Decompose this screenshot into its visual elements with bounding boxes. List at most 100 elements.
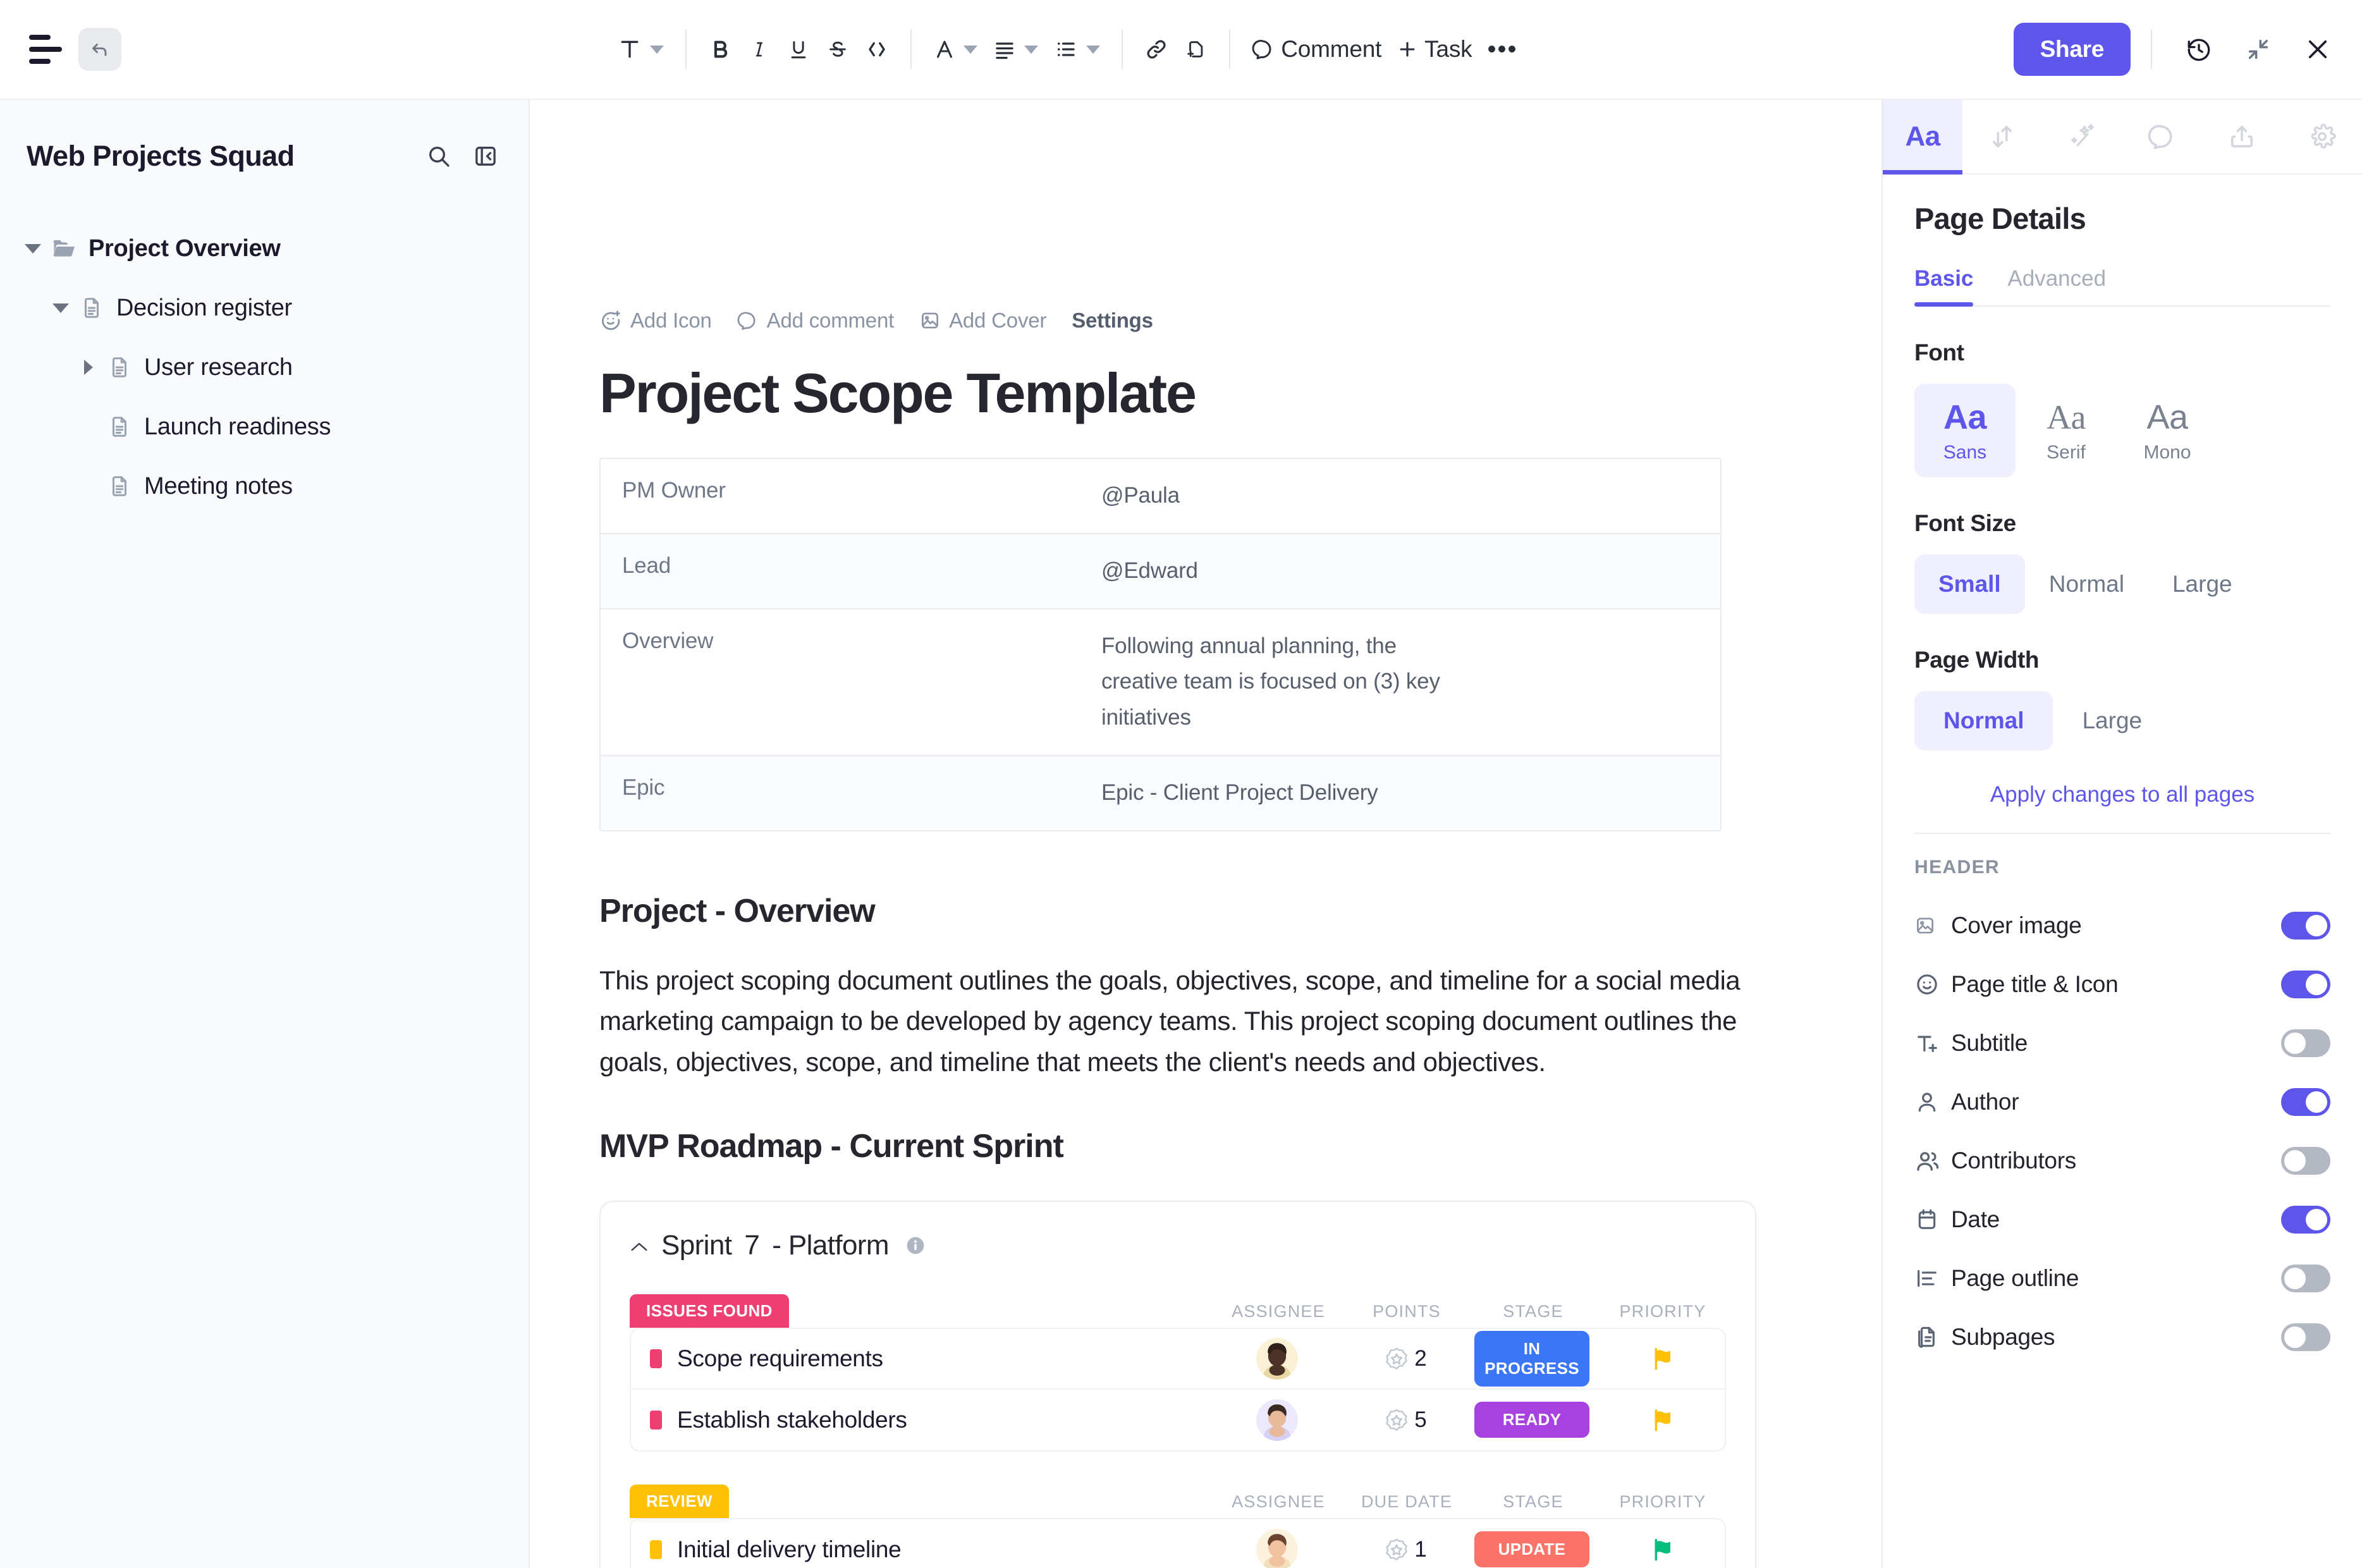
stage-cell[interactable]: UPDATE [1466,1531,1598,1567]
toggle-switch[interactable] [2281,1323,2330,1351]
points-cell[interactable]: 1 [1345,1537,1466,1562]
toggle-row-page-outline[interactable]: Page outline [1914,1249,2330,1308]
status-badge[interactable]: UPDATE [1474,1531,1589,1567]
font-option-sans[interactable]: Aa Sans [1914,384,2016,477]
add-task-button[interactable]: Task [1389,25,1479,73]
property-value[interactable]: Epic - Client Project Delivery [1080,756,1720,830]
sidebar-item-user-research[interactable]: User research [0,338,529,397]
doc-action-add-cover[interactable]: Add Cover [919,309,1046,333]
sidebar-item-launch-readiness[interactable]: Launch readiness [0,397,529,456]
task-group-badge[interactable]: ISSUES FOUND [630,1294,789,1328]
chevron-down-icon[interactable] [964,46,977,54]
doc-action-add-comment[interactable]: Add comment [737,309,894,333]
toggle-row-subtitle[interactable]: Subtitle [1914,1014,2330,1072]
priority-cell[interactable] [1598,1536,1725,1563]
font-size-normal[interactable]: Normal [2025,554,2148,614]
stage-cell[interactable]: READY [1466,1402,1598,1438]
table-row[interactable]: Scope requirements 2 IN PROGRESS [631,1329,1725,1390]
toggle-row-subpages[interactable]: Subpages [1914,1308,2330,1366]
text-align-icon[interactable] [985,25,1046,73]
doc-action-add-icon[interactable]: Add Icon [599,309,712,333]
toggle-switch[interactable] [2281,1206,2330,1234]
hamburger-icon[interactable] [29,35,62,64]
assignee-cell[interactable] [1209,1399,1345,1441]
task-group-badge[interactable]: REVIEW [630,1485,729,1518]
chevron-down-icon[interactable] [47,303,75,313]
toggle-row-page-title-icon[interactable]: Page title & Icon [1914,955,2330,1014]
sidebar-item-decision-register[interactable]: Decision register [0,278,529,338]
subtab-advanced[interactable]: Advanced [2007,266,2106,305]
font-option-serif[interactable]: Aa Serif [2016,384,2117,477]
flag-icon[interactable] [1648,1536,1675,1563]
toggle-switch[interactable] [2281,1088,2330,1116]
chevron-down-icon[interactable] [1086,46,1100,54]
property-value[interactable]: @Edward [1080,534,1720,608]
flag-icon[interactable] [1648,1345,1675,1372]
property-value[interactable]: @Paula [1080,459,1720,533]
status-badge[interactable]: IN PROGRESS [1474,1331,1589,1387]
flag-icon[interactable] [1648,1407,1675,1433]
attach-page-icon[interactable] [1176,25,1215,73]
toggle-row-date[interactable]: Date [1914,1190,2330,1249]
assignee-cell[interactable] [1209,1338,1345,1380]
toggle-switch[interactable] [2281,1029,2330,1057]
chevron-down-icon[interactable] [1024,46,1038,54]
comments-tab[interactable] [2122,100,2202,173]
task-name[interactable]: Scope requirements [677,1345,1209,1372]
sidebar-item-meeting-notes[interactable]: Meeting notes [0,456,529,516]
page-width-large[interactable]: Large [2053,691,2171,750]
code-brackets-icon[interactable] [857,25,896,73]
font-size-small[interactable]: Small [1914,554,2025,614]
toggle-row-contributors[interactable]: Contributors [1914,1131,2330,1190]
toggle-row-cover-image[interactable]: Cover image [1914,896,2330,955]
more-options-button[interactable]: ••• [1479,25,1525,73]
table-row[interactable]: Initial delivery timeline 1 UPDATE [631,1519,1725,1568]
assignee-cell[interactable] [1209,1529,1345,1568]
collapse-arrows-icon[interactable] [2232,23,2285,76]
font-size-large[interactable]: Large [2148,554,2256,614]
panel-collapse-icon[interactable] [473,144,498,169]
bold-B-icon[interactable] [701,25,740,73]
toggle-switch[interactable] [2281,912,2330,940]
search-icon[interactable] [426,144,451,169]
relationships-tab[interactable] [1962,100,2042,173]
font-color-A-icon[interactable] [926,25,985,73]
undo-arrow-icon[interactable] [78,28,121,71]
close-x-icon[interactable] [2291,23,2344,76]
points-cell[interactable]: 2 [1345,1346,1466,1371]
task-name[interactable]: Establish stakeholders [677,1407,1209,1433]
chevron-up-icon[interactable] [630,1240,649,1254]
points-cell[interactable]: 5 [1345,1407,1466,1433]
page-width-normal[interactable]: Normal [1914,691,2053,750]
version-history-clock-icon[interactable] [2172,23,2225,76]
ai-tab[interactable] [2043,100,2122,173]
chevron-right-icon[interactable] [75,360,102,375]
priority-cell[interactable] [1598,1345,1725,1372]
doc-action-settings[interactable]: Settings [1072,309,1153,333]
status-badge[interactable]: READY [1474,1402,1589,1438]
property-value[interactable]: Following annual planning, the creative … [1080,609,1484,755]
comment-button[interactable]: Comment [1244,25,1389,73]
chevron-down-icon[interactable] [19,244,47,254]
link-chain-icon[interactable] [1137,25,1176,73]
text-style-T-icon[interactable] [609,25,671,73]
table-row[interactable]: Establish stakeholders 5 READY [631,1390,1725,1450]
font-option-mono[interactable]: Aa Mono [2117,384,2218,477]
sidebar-item-project-overview[interactable]: Project Overview [0,219,529,278]
stage-cell[interactable]: IN PROGRESS [1466,1331,1598,1387]
toggle-switch[interactable] [2281,1265,2330,1292]
italic-I-icon[interactable] [740,25,779,73]
task-name[interactable]: Initial delivery timeline [677,1536,1209,1563]
settings-tab[interactable] [2282,100,2362,173]
font-tab[interactable]: Aa [1883,100,1962,173]
chevron-down-icon[interactable] [650,46,664,54]
info-circle-icon[interactable] [905,1235,926,1256]
toggle-row-author[interactable]: Author [1914,1072,2330,1131]
toggle-switch[interactable] [2281,971,2330,998]
bullet-list-icon[interactable] [1046,25,1108,73]
subtab-basic[interactable]: Basic [1914,266,1973,305]
apply-to-all-pages-link[interactable]: Apply changes to all pages [1914,782,2330,807]
strikethrough-S-icon[interactable] [818,25,857,73]
toggle-switch[interactable] [2281,1147,2330,1175]
share-button[interactable]: Share [2014,23,2131,76]
